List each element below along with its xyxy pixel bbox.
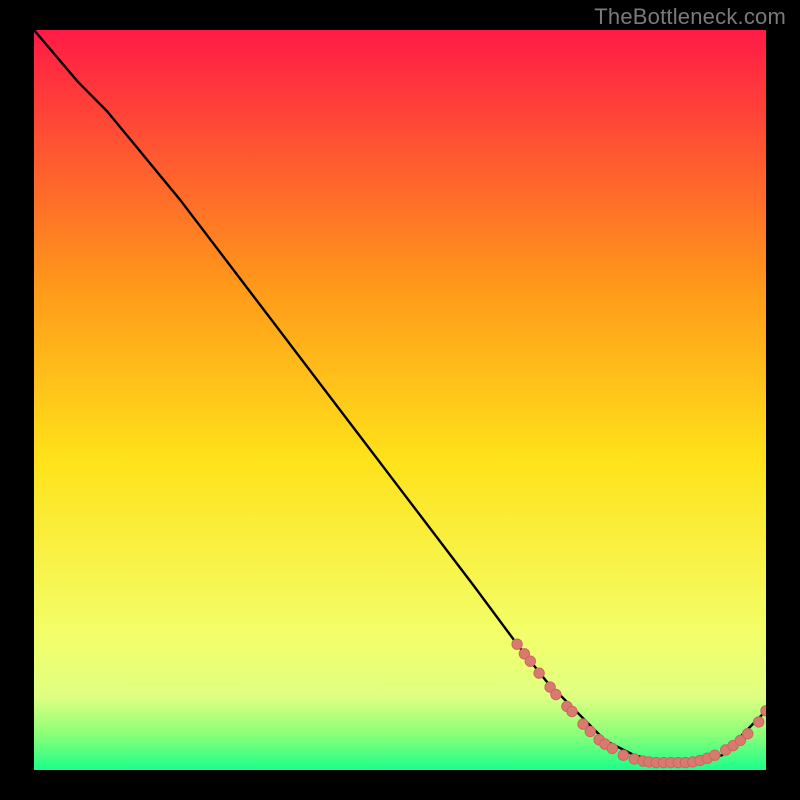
chart-frame: TheBottleneck.com bbox=[0, 0, 800, 800]
data-marker bbox=[710, 750, 720, 760]
gradient-background bbox=[34, 30, 766, 770]
data-marker bbox=[754, 717, 764, 727]
data-marker bbox=[534, 668, 544, 678]
chart-svg bbox=[34, 30, 766, 770]
plot-area bbox=[34, 30, 766, 770]
data-marker bbox=[607, 743, 617, 753]
data-marker bbox=[567, 706, 577, 716]
watermark-text: TheBottleneck.com bbox=[594, 4, 786, 30]
data-marker bbox=[585, 726, 595, 736]
data-marker bbox=[512, 639, 522, 649]
data-marker bbox=[525, 656, 535, 666]
data-marker bbox=[618, 750, 628, 760]
data-marker bbox=[743, 729, 753, 739]
data-marker bbox=[551, 689, 561, 699]
